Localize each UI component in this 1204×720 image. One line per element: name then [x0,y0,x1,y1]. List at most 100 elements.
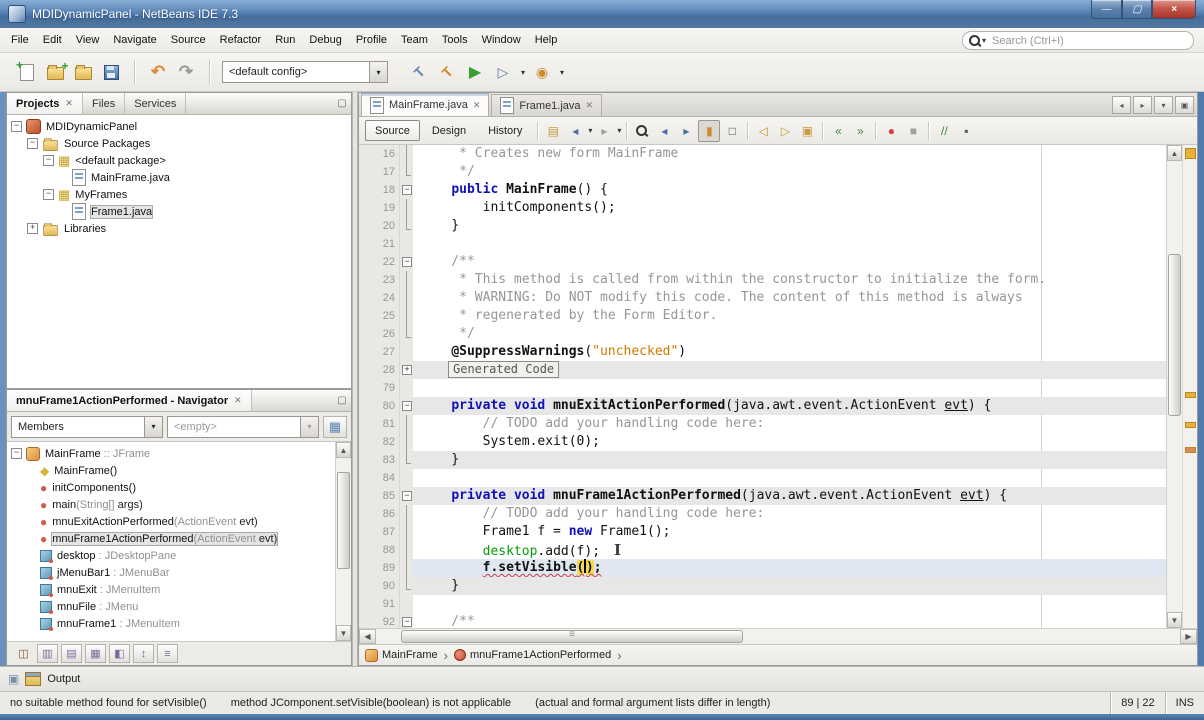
tree-item-main[interactable]: ● main(String[] args) [7,496,351,513]
document-tab-frame1-java[interactable]: Frame1.java ✕ [491,94,603,116]
expand-handle-icon[interactable]: − [11,448,22,459]
new-project-button[interactable] [44,59,69,83]
menu-edit[interactable]: Edit [36,31,69,49]
find-button[interactable] [632,121,652,141]
new-file-button[interactable] [16,58,38,83]
code-line-85[interactable]: 85− private void mnuFrame1ActionPerforme… [359,487,1166,505]
navigator-scrollbar-thumb[interactable] [337,472,350,569]
code-line-19[interactable]: 19 initComponents(); [359,199,1166,217]
sort-alpha-button[interactable]: ↕ [133,644,154,663]
clean-build-button[interactable]: T [438,63,455,80]
scroll-up-icon[interactable]: ▲ [1167,145,1182,161]
horizontal-scrollbar-thumb[interactable] [401,630,743,643]
code-line-79[interactable]: 79 [359,379,1166,397]
last-edit-button[interactable]: ▤ [543,121,563,141]
show-inherited-button[interactable]: ◫ [13,644,34,663]
code-line-24[interactable]: 24 * WARNING: Do NOT modify this code. T… [359,289,1166,307]
editor-horizontal-scrollbar[interactable]: ◀ ▶ [359,628,1197,644]
menu-source[interactable]: Source [164,31,213,49]
tab-scroll-left-button[interactable]: ◂ [1112,96,1131,114]
code-line-86[interactable]: 86 // TODO add your handling code here: [359,505,1166,523]
tree-item-mnuexit[interactable]: mnuExit : JMenuItem [7,581,351,598]
toggle-comment-button[interactable]: // [934,121,954,141]
fold-indicator[interactable]: − [400,397,413,415]
error-stripe-mark[interactable] [1185,447,1196,453]
breadcrumb-item-mnuframe1actionperformed[interactable]: mnuFrame1ActionPerformed [453,649,611,661]
show-public-button[interactable]: ▦ [85,644,106,663]
code-editor[interactable]: 16 * Creates new form MainFrame 17 */18− … [359,145,1166,628]
tree-item-mainframe-[interactable]: ◆ MainFrame() [7,462,351,479]
tree-item-libraries[interactable]: + Libraries [7,220,351,237]
code-line-20[interactable]: 20 } [359,217,1166,235]
scope-select-arrow-icon[interactable]: ▾ [300,416,318,437]
find-next-occurrence-button[interactable]: ▸ [676,121,696,141]
tree-item-frame1-java[interactable]: Frame1.java [7,203,351,220]
scroll-down-icon[interactable]: ▼ [336,625,351,641]
maximize-editor-button[interactable]: ▣ [1175,96,1194,114]
window-maximize-button[interactable]: ▢ [1122,0,1152,19]
scroll-up-icon[interactable]: ▲ [336,442,351,458]
expand-handle-icon[interactable]: − [43,189,54,200]
document-tab-mainframe-java[interactable]: MainFrame.java ✕ [361,93,490,116]
window-minimize-button[interactable]: — [1091,0,1122,19]
back-button[interactable]: ◂ [565,121,585,141]
code-line-21[interactable]: 21 [359,235,1166,253]
menu-run[interactable]: Run [268,31,302,49]
menu-tools[interactable]: Tools [435,31,475,49]
tree-item-mainframe-java[interactable]: MainFrame.java [7,169,351,186]
view-button-design[interactable]: Design [422,120,476,141]
panel-tab-files[interactable]: Files [83,93,126,114]
stop-macro-button[interactable]: ■ [903,121,923,141]
fold-indicator[interactable]: − [400,253,413,271]
tree-item-mnuexitactionperformed[interactable]: ● mnuExitActionPerformed(ActionEvent evt) [7,513,351,530]
tree-item-jmenubar1[interactable]: jMenuBar1 : JMenuBar [7,564,351,581]
scroll-down-icon[interactable]: ▼ [1167,612,1182,628]
tree-item-mnufile[interactable]: mnuFile : JMenu [7,598,351,615]
output-label[interactable]: Output [47,673,80,685]
tab-scroll-right-button[interactable]: ▸ [1133,96,1152,114]
window-close-button[interactable]: × [1152,0,1196,19]
code-line-81[interactable]: 81 // TODO add your handling code here: [359,415,1166,433]
tree-item-myframes[interactable]: − ▦ MyFrames [7,186,351,203]
tree-item-source-packages[interactable]: − Source Packages [7,135,351,152]
code-line-84[interactable]: 84 [359,469,1166,487]
expand-handle-icon[interactable]: − [43,155,54,166]
menu-refactor[interactable]: Refactor [213,31,269,49]
debug-dropdown-icon[interactable]: ▾ [521,68,525,77]
code-line-92[interactable]: 92− /** [359,613,1166,628]
forward-dropdown-icon[interactable]: ▾ [617,126,621,135]
tree-item-initcomponents-[interactable]: ● initComponents() [7,479,351,496]
expand-handle-icon[interactable]: − [27,138,38,149]
view-button-source[interactable]: Source [365,120,420,141]
error-stripe-mark[interactable] [1185,392,1196,398]
config-select-arrow-icon[interactable]: ▾ [369,62,387,82]
code-line-82[interactable]: 82 System.exit(0); [359,433,1166,451]
previous-bookmark-button[interactable]: ◁ [753,121,773,141]
tab-close-icon[interactable]: ✕ [473,100,481,111]
forward-button[interactable]: ▸ [594,121,614,141]
sort-by-source-button[interactable]: ≡ [157,644,178,663]
code-line-17[interactable]: 17 */ [359,163,1166,181]
view-button-history[interactable]: History [478,120,532,141]
menu-team[interactable]: Team [394,31,435,49]
show-static-button[interactable]: ▤ [61,644,82,663]
menu-window[interactable]: Window [475,31,528,49]
code-line-18[interactable]: 18− public MainFrame() { [359,181,1166,199]
fold-indicator[interactable]: − [400,487,413,505]
search-scope-caret-icon[interactable]: ▾ [982,36,986,45]
menu-navigate[interactable]: Navigate [106,31,163,49]
panel-tab-services[interactable]: Services [125,93,187,114]
code-line-25[interactable]: 25 * regenerated by the Form Editor. [359,307,1166,325]
menu-view[interactable]: View [69,31,107,49]
panel-tab-projects[interactable]: Projects ✕ [7,93,83,114]
show-fields-button[interactable]: ▥ [37,644,58,663]
code-line-83[interactable]: 83 } [359,451,1166,469]
menu-debug[interactable]: Debug [302,31,348,49]
navigator-members-select[interactable]: Members ▾ [11,415,163,438]
code-line-80[interactable]: 80− private void mnuExitActionPerformed(… [359,397,1166,415]
open-project-button[interactable] [72,61,94,83]
show-non-public-button[interactable]: ◧ [109,644,130,663]
rectangular-selection-button[interactable]: □ [722,121,742,141]
code-line-88[interactable]: 88 desktop.add(f); I [359,541,1166,559]
run-button[interactable]: ▶ [464,61,486,83]
